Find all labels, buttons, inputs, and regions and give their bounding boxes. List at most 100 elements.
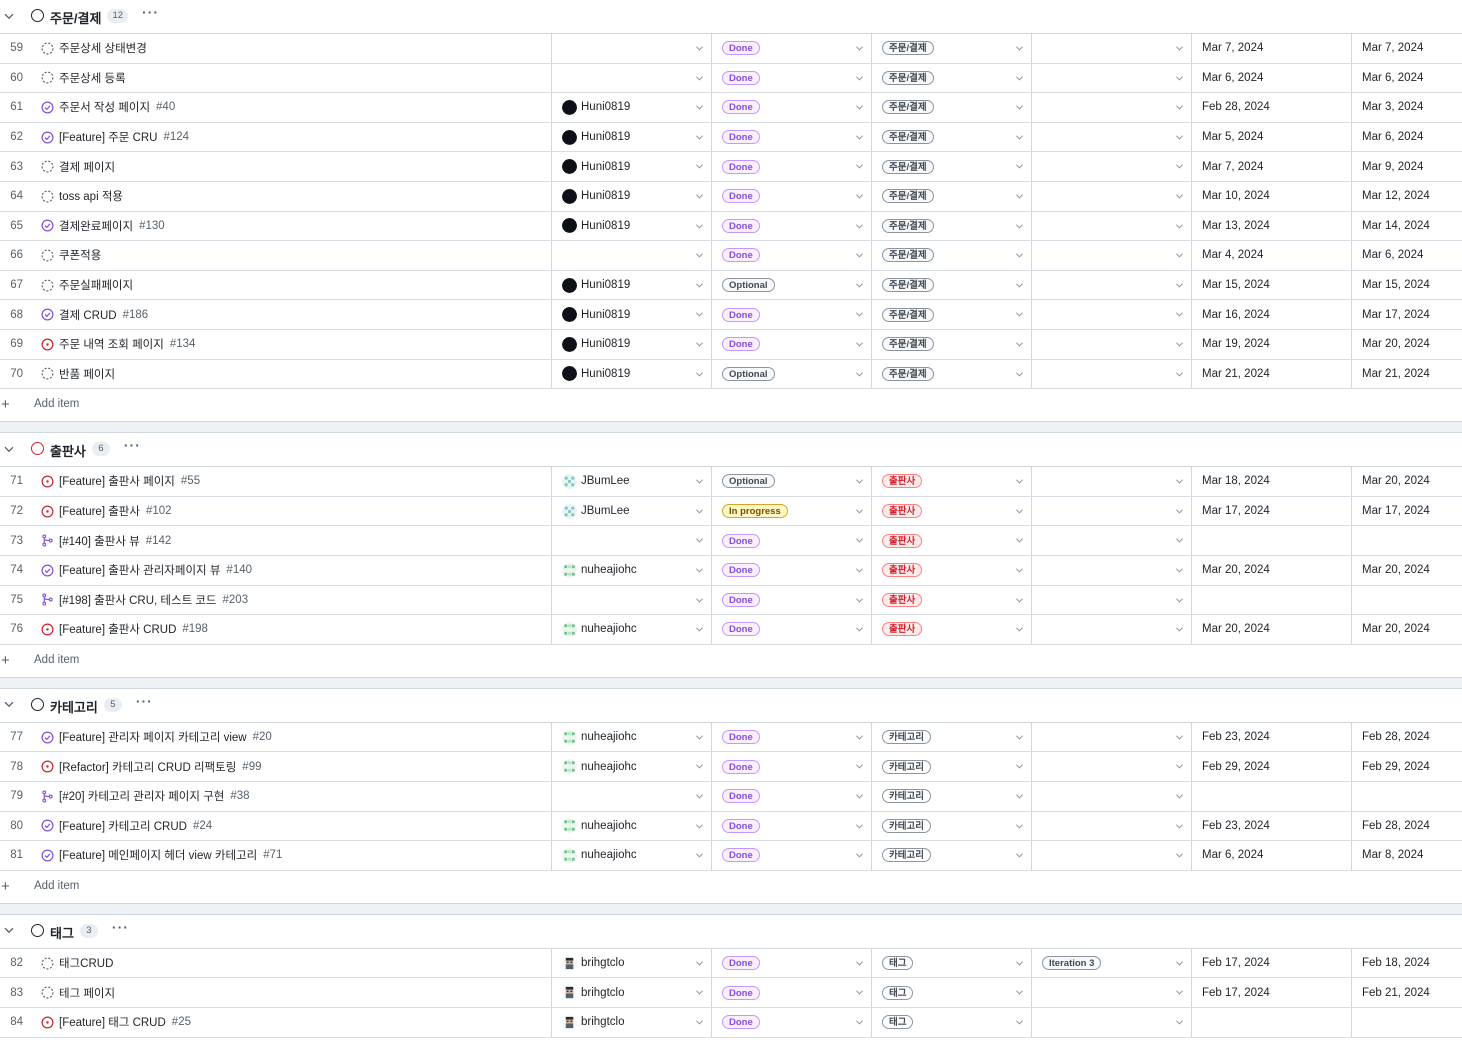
label-cell[interactable]: 카테고리 (871, 722, 1031, 752)
table-row[interactable]: 76 [Feature] 출판사 CRUD #198 nuheajiohc Done 출판… (0, 615, 1462, 645)
label-cell[interactable]: 주문/결제 (871, 63, 1031, 93)
item-title-text[interactable]: 주문 내역 조회 페이지 (59, 336, 164, 352)
chevron-down-icon[interactable] (1016, 312, 1023, 317)
iteration-cell[interactable] (1031, 211, 1191, 241)
chevron-down-icon[interactable] (856, 990, 863, 995)
table-row[interactable]: 83 테그 페이지 brihgtclo Done 태그 Feb 17, 2024 Feb 2… (0, 978, 1462, 1008)
iteration-cell[interactable] (1031, 63, 1191, 93)
chevron-down-icon[interactable] (856, 164, 863, 169)
start-date[interactable]: Mar 21, 2024 (1191, 359, 1351, 389)
chevron-down-icon[interactable] (1176, 76, 1183, 81)
group-header[interactable]: 출판사 6 ··· (0, 433, 1462, 468)
item-title[interactable]: [Feature] 출판사 CRUD #198 (59, 615, 547, 644)
status-cell[interactable]: Done (711, 841, 871, 870)
assignee-cell[interactable]: Huni0819 (551, 270, 711, 300)
label-cell[interactable]: 주문/결제 (871, 359, 1031, 389)
label-cell[interactable]: 출판사 (871, 526, 1031, 555)
item-title-text[interactable]: 결제 페이지 (59, 159, 115, 175)
start-date[interactable] (1191, 1007, 1351, 1037)
label-cell[interactable]: 주문/결제 (871, 300, 1031, 329)
assignee-cell[interactable] (551, 34, 711, 63)
status-cell[interactable]: Done (711, 182, 871, 211)
label-cell[interactable]: 태그 (871, 978, 1031, 1007)
start-date[interactable] (1191, 526, 1351, 555)
item-title-text[interactable]: [Refactor] 카테고리 CRUD 리팩토링 (59, 759, 236, 775)
end-date[interactable]: Feb 21, 2024 (1351, 978, 1462, 1007)
table-row[interactable]: 82 태그CRUD brihgtclo Done 태그 Iteration 3 Feb 17… (0, 948, 1462, 979)
item-title[interactable]: [#198] 출판사 CRU, 테스트 코드 #203 (59, 586, 547, 615)
chevron-down-icon[interactable] (696, 283, 703, 288)
label-cell[interactable]: 카테고리 (871, 752, 1031, 781)
chevron-down-icon[interactable] (696, 597, 703, 603)
table-row[interactable]: 80 [Feature] 카테고리 CRUD #24 nuheajiohc Done 카테… (0, 811, 1462, 842)
label-cell[interactable]: 주문/결제 (871, 152, 1031, 181)
add-item-button[interactable]: + Add item (0, 645, 1462, 677)
item-title[interactable]: 주문실패페이지 (59, 271, 547, 300)
item-title-text[interactable]: [Feature] 출판사 (59, 503, 140, 519)
status-cell[interactable]: Done (711, 526, 871, 555)
item-title[interactable]: 결제 페이지 (59, 152, 547, 181)
chevron-down-icon[interactable] (1176, 372, 1183, 377)
status-cell[interactable]: Done (711, 93, 871, 122)
end-date[interactable]: Mar 21, 2024 (1351, 359, 1462, 389)
chevron-down-icon[interactable] (1016, 794, 1023, 799)
chevron-down-icon[interactable] (1176, 224, 1183, 229)
item-title[interactable]: [Feature] 주문 CRU #124 (59, 123, 547, 152)
iteration-cell[interactable] (1031, 1007, 1191, 1037)
chevron-down-icon[interactable] (856, 735, 863, 740)
chevron-down-icon[interactable] (1176, 824, 1183, 829)
chevron-down-icon[interactable] (696, 990, 703, 995)
chevron-down-icon[interactable] (856, 597, 863, 603)
chevron-down-icon[interactable] (696, 853, 703, 858)
status-cell[interactable]: Done (711, 781, 871, 811)
chevron-down-icon[interactable] (696, 194, 703, 199)
assignee-cell[interactable] (551, 781, 711, 811)
chevron-down-icon[interactable] (1016, 283, 1023, 288)
chevron-down-icon[interactable] (696, 509, 703, 514)
iteration-cell[interactable] (1031, 241, 1191, 270)
status-cell[interactable]: Optional (711, 359, 871, 389)
table-row[interactable]: 60 주문상세 등록 Done 주문/결제 Mar 6, 2024 Mar 6, 2024 (0, 63, 1462, 94)
item-title[interactable]: 결제완료페이지 #130 (59, 212, 547, 241)
table-row[interactable]: 77 [Feature] 관리자 페이지 카테고리 view #20 nuheajio… (0, 722, 1462, 753)
item-title[interactable]: 쿠폰적용 (59, 241, 547, 270)
chevron-down-icon[interactable] (856, 538, 863, 543)
chevron-down-icon[interactable] (1016, 990, 1023, 995)
item-title[interactable]: [Refactor] 카테고리 CRUD 리팩토링 #99 (59, 752, 547, 781)
assignee-cell[interactable]: Huni0819 (551, 182, 711, 211)
add-item-label[interactable]: Add item (34, 398, 79, 410)
assignee-cell[interactable]: nuheajiohc (551, 722, 711, 752)
end-date[interactable] (1351, 585, 1462, 615)
chevron-down-icon[interactable] (696, 312, 703, 317)
chevron-down-icon[interactable] (1016, 538, 1023, 543)
start-date[interactable]: Feb 23, 2024 (1191, 722, 1351, 752)
label-cell[interactable]: 카테고리 (871, 781, 1031, 811)
chevron-down-icon[interactable] (696, 961, 703, 966)
chevron-down-icon[interactable] (856, 764, 863, 769)
start-date[interactable]: Mar 18, 2024 (1191, 467, 1351, 496)
item-title-text[interactable]: 반품 페이지 (59, 366, 115, 382)
label-cell[interactable]: 주문/결제 (871, 122, 1031, 152)
chevron-down-icon[interactable] (1016, 342, 1023, 347)
assignee-cell[interactable] (551, 526, 711, 555)
assignee-cell[interactable]: brihgtclo (551, 1007, 711, 1037)
chevron-down-icon[interactable] (856, 568, 863, 573)
plus-icon[interactable]: + (1, 652, 10, 669)
item-title[interactable]: [Feature] 출판사 #102 (59, 497, 547, 526)
iteration-cell[interactable]: Iteration 3 (1031, 948, 1191, 978)
chevron-down-icon[interactable] (696, 479, 703, 484)
label-cell[interactable]: 주문/결제 (871, 34, 1031, 63)
end-date[interactable]: Mar 12, 2024 (1351, 182, 1462, 211)
end-date[interactable]: Feb 28, 2024 (1351, 811, 1462, 841)
start-date[interactable]: Mar 6, 2024 (1191, 841, 1351, 870)
start-date[interactable] (1191, 585, 1351, 615)
start-date[interactable]: Mar 20, 2024 (1191, 615, 1351, 644)
chevron-down-icon[interactable] (1016, 224, 1023, 229)
status-cell[interactable]: Done (711, 752, 871, 781)
end-date[interactable]: Mar 20, 2024 (1351, 330, 1462, 359)
end-date[interactable] (1351, 526, 1462, 555)
item-title-text[interactable]: 주문상세 상태변경 (59, 40, 147, 56)
chevron-down-icon[interactable] (1176, 764, 1183, 769)
item-title[interactable]: [Feature] 태그 CRUD #25 (59, 1008, 547, 1037)
start-date[interactable]: Feb 29, 2024 (1191, 752, 1351, 781)
